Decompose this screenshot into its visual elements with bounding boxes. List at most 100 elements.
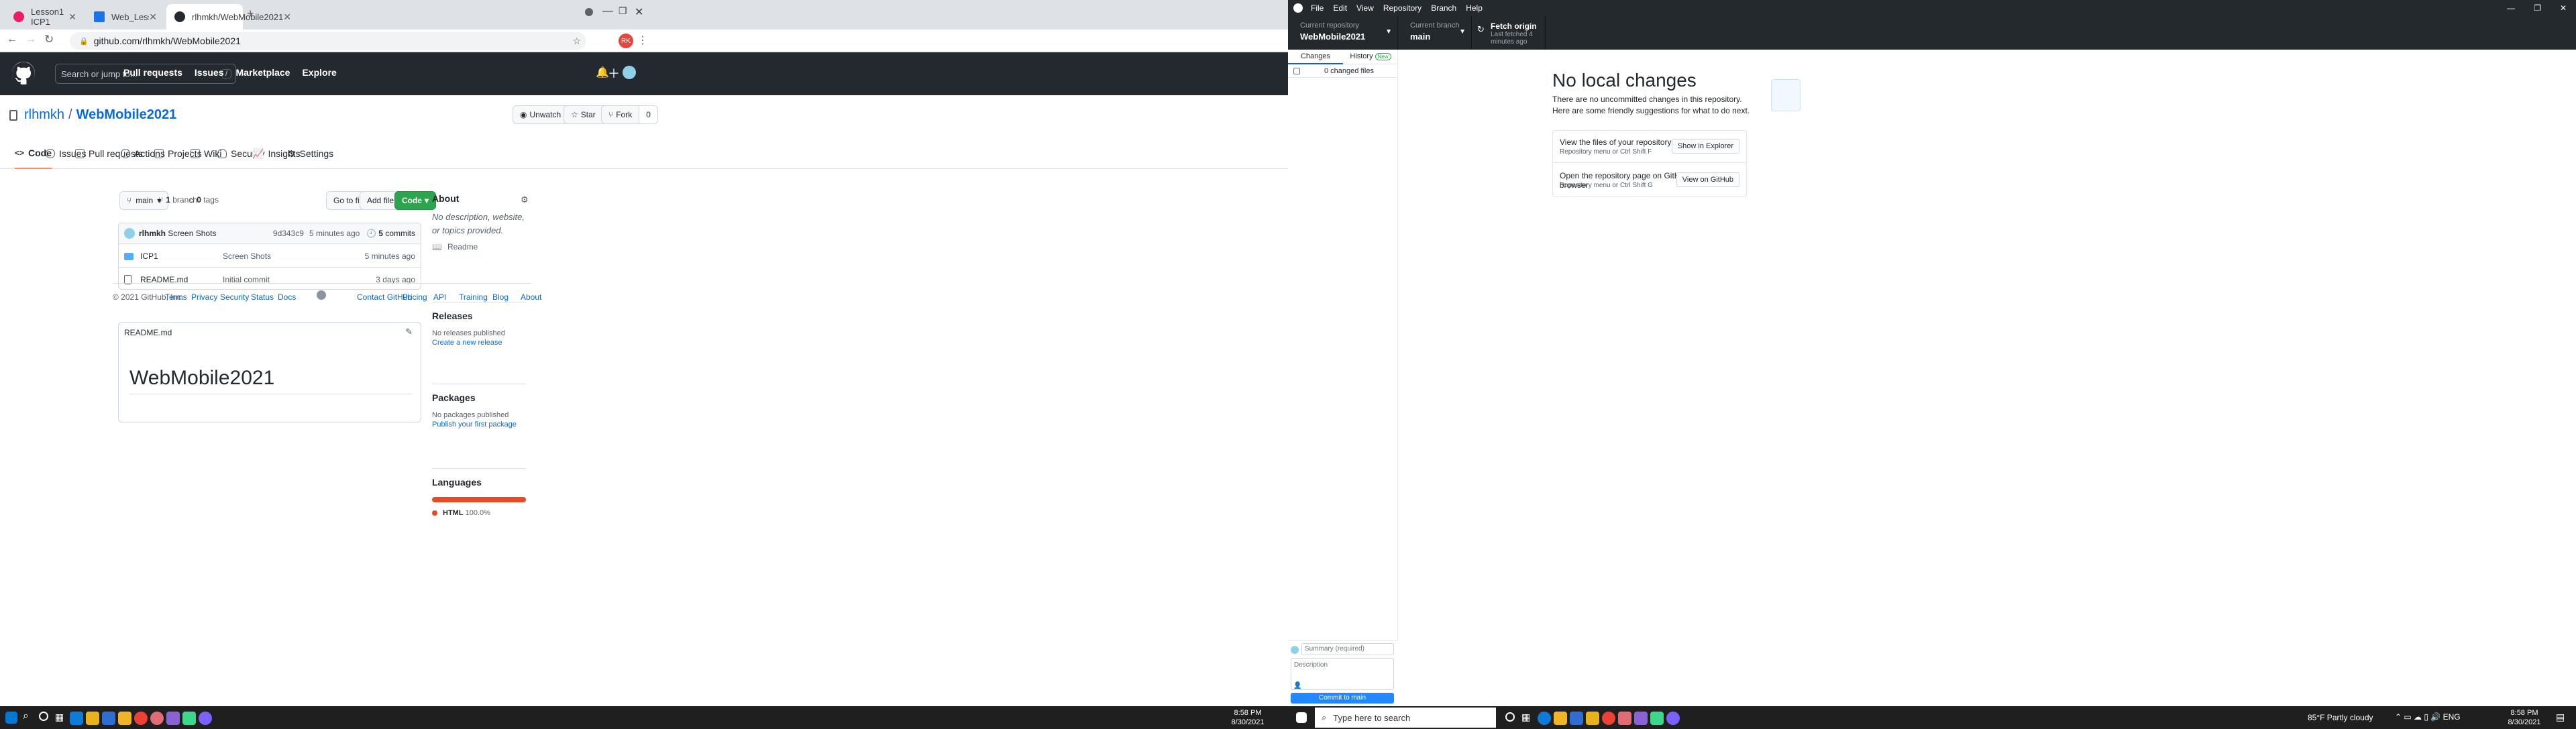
- repo-label: Current repository: [1300, 21, 1360, 30]
- github-desktop-window: File Edit View Repository Branch Help — …: [1288, 0, 2576, 706]
- clock-date: 8/30/2021: [1231, 718, 1265, 726]
- github-desktop-icon[interactable]: [166, 712, 180, 725]
- footer-link-security[interactable]: Security: [220, 292, 249, 302]
- commit-button[interactable]: Commit to main: [1291, 693, 1394, 704]
- desktop-toolbar: Current repository WebMobile2021 ▼ Curre…: [1288, 16, 2576, 50]
- new-badge: New: [1375, 52, 1391, 60]
- file-explorer-icon[interactable]: [86, 712, 99, 725]
- app-icon[interactable]: [1618, 712, 1631, 725]
- fetch-sub: Last fetched 4 minutes ago: [1491, 31, 1533, 46]
- commit-description-input[interactable]: Description: [1291, 658, 1394, 690]
- sync-icon: ↻: [1477, 24, 1485, 34]
- windows-start-icon[interactable]: [5, 712, 17, 724]
- footer-link-pricing[interactable]: Pricing: [402, 292, 427, 302]
- footer-link-terms[interactable]: Terms: [165, 292, 187, 302]
- notifications-icon[interactable]: ▤: [2556, 712, 2565, 723]
- current-repo-selector[interactable]: Current repository WebMobile2021 ▼: [1288, 16, 1398, 50]
- edge-icon[interactable]: [70, 712, 83, 725]
- search-icon: ⌕: [1322, 712, 1327, 722]
- clock-date: 8/30/2021: [2508, 718, 2541, 726]
- edge-icon[interactable]: [1538, 712, 1551, 725]
- browser-window: Lesson1 ICP1 ✕ Web_Lesson1.pdf | Powered…: [0, 0, 1288, 706]
- app-icon[interactable]: [150, 712, 164, 725]
- fetch-label: Fetch origin: [1491, 21, 1537, 31]
- current-branch-selector[interactable]: Current branch main ▼: [1398, 16, 1472, 50]
- task-view-icon[interactable]: ▦: [1521, 712, 1530, 723]
- cortana-icon[interactable]: [39, 712, 48, 721]
- fetch-origin-button[interactable]: ↻ Fetch origin Last fetched 4 minutes ag…: [1472, 16, 1546, 50]
- taskbar-clock[interactable]: 8:58 PM 8/30/2021: [1221, 708, 1275, 727]
- repo-name: WebMobile2021: [1300, 32, 1366, 42]
- view-on-github-button[interactable]: View on GitHub: [1676, 172, 1739, 187]
- desktop-logo-icon: [1293, 3, 1303, 13]
- footer-link-training[interactable]: Training: [459, 292, 488, 302]
- no-changes-text: There are no uncommitted changes in this…: [1552, 95, 1750, 115]
- mail-icon[interactable]: [102, 712, 115, 725]
- tab-changes[interactable]: Changes: [1288, 50, 1343, 64]
- chevron-down-icon: ▼: [1385, 28, 1392, 36]
- clock-time: 8:58 PM: [2510, 709, 2538, 717]
- menu-branch[interactable]: Branch: [1431, 3, 1456, 13]
- footer-divider: [113, 283, 531, 284]
- menu-file[interactable]: File: [1311, 3, 1324, 13]
- store-icon[interactable]: [1554, 712, 1567, 725]
- history-label: History: [1350, 52, 1373, 60]
- clock-time: 8:58 PM: [1234, 709, 1262, 717]
- footer-link-privacy[interactable]: Privacy: [191, 292, 217, 302]
- file-explorer-icon[interactable]: [1586, 712, 1599, 725]
- chrome-icon[interactable]: [1602, 712, 1615, 725]
- footer-github-logo-icon[interactable]: [317, 290, 326, 300]
- windows-start-icon[interactable]: [1296, 712, 1307, 723]
- menu-help[interactable]: Help: [1466, 3, 1483, 13]
- select-all-checkbox[interactable]: [1293, 67, 1300, 74]
- menu-repository[interactable]: Repository: [1383, 3, 1421, 13]
- github-desktop-icon[interactable]: [1634, 712, 1648, 725]
- footer-link-about[interactable]: About: [521, 292, 541, 302]
- desktop-menu-bar: File Edit View Repository Branch Help — …: [1288, 0, 2576, 16]
- menu-edit[interactable]: Edit: [1333, 3, 1347, 13]
- footer-link-status[interactable]: Status: [251, 292, 274, 302]
- app2-icon[interactable]: [1666, 712, 1680, 725]
- no-changes-illustration: [1771, 79, 1801, 111]
- committer-avatar: [1291, 646, 1299, 654]
- commit-summary-input[interactable]: Summary (required): [1301, 643, 1394, 655]
- search-placeholder: Type here to search: [1333, 712, 1411, 723]
- pycharm-icon[interactable]: [1650, 712, 1664, 725]
- option-show-in-explorer: View the files of your repository in Exp…: [1552, 130, 1747, 162]
- option-shortcut: Repository menu or Ctrl Shift F: [1560, 148, 1652, 156]
- minimize-icon[interactable]: —: [2507, 3, 2515, 13]
- footer-link-docs[interactable]: Docs: [278, 292, 296, 302]
- tab-history[interactable]: History New: [1343, 50, 1398, 64]
- taskbar-right: ⌕ Type here to search ▦ 85°F Partly clou…: [1288, 706, 2576, 729]
- cortana-icon[interactable]: [1505, 712, 1515, 722]
- footer-link-api[interactable]: API: [433, 292, 446, 302]
- commit-panel: Summary (required) Description 👤 Commit …: [1288, 640, 1398, 706]
- chrome-icon[interactable]: [134, 712, 148, 725]
- option-view-on-github: Open the repository page on GitHub in yo…: [1552, 162, 1747, 197]
- store-icon[interactable]: [118, 712, 131, 725]
- desktop-sidebar: Changes History New 0 changed files Summ…: [1288, 50, 1398, 706]
- app2-icon[interactable]: [199, 712, 212, 725]
- taskbar-search-input[interactable]: ⌕ Type here to search: [1315, 708, 1496, 728]
- changed-files-count: 0 changed files: [1324, 66, 1374, 75]
- footer-link-blog[interactable]: Blog: [492, 292, 508, 302]
- menu-view[interactable]: View: [1356, 3, 1374, 13]
- sidebar-tabs: Changes History New: [1288, 50, 1398, 64]
- taskbar-clock[interactable]: 8:58 PM 8/30/2021: [2501, 708, 2548, 727]
- changed-files-header: 0 changed files: [1288, 64, 1398, 78]
- chevron-down-icon: ▼: [1459, 28, 1466, 36]
- search-icon[interactable]: ⌕: [23, 710, 29, 722]
- weather-widget[interactable]: 85°F Partly cloudy: [2308, 713, 2373, 722]
- window-close-icon[interactable]: ✕: [2560, 3, 2567, 13]
- tray-icons[interactable]: ⌃ ▭ ☁ ▯ 🔊 ENG: [2395, 712, 2461, 722]
- option-shortcut: Repository menu or Ctrl Shift G: [1560, 182, 1653, 189]
- taskbar-left: ⌕ ▦ 8:58 PM 8/30/2021: [0, 706, 1288, 729]
- mail-icon[interactable]: [1570, 712, 1583, 725]
- maximize-icon[interactable]: ❐: [2534, 3, 2541, 13]
- pycharm-icon[interactable]: [182, 712, 196, 725]
- show-in-explorer-button[interactable]: Show in Explorer: [1671, 139, 1739, 154]
- add-coauthor-icon[interactable]: 👤: [1293, 682, 1301, 689]
- footer: © 2021 GitHub, Inc. Terms Privacy Securi…: [0, 0, 1288, 706]
- task-view-icon[interactable]: ▦: [55, 712, 64, 723]
- no-changes-title: No local changes: [1552, 70, 1697, 91]
